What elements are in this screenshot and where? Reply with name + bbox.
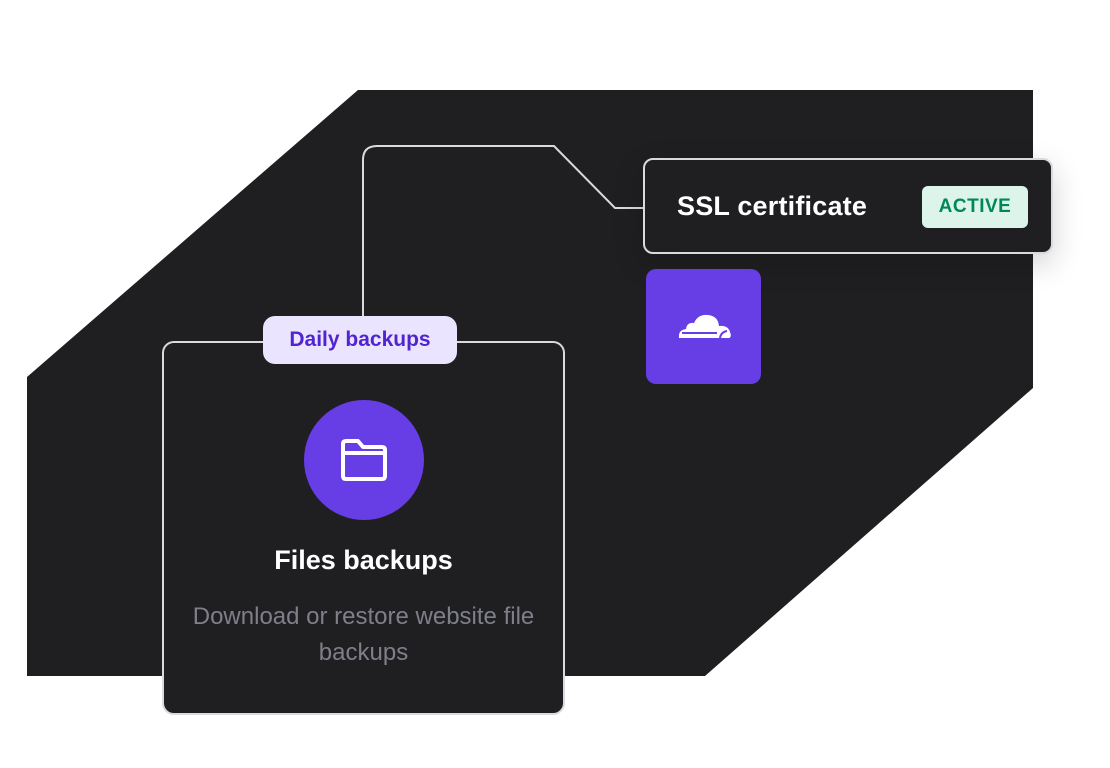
folder-badge bbox=[304, 400, 424, 520]
files-backups-card[interactable]: Files backups Download or restore websit… bbox=[162, 341, 565, 715]
card-description: Download or restore website file backups bbox=[192, 603, 535, 666]
cloudflare-cloud-icon bbox=[678, 314, 731, 338]
ssl-certificate-card: SSL certificate ACTIVE bbox=[643, 158, 1053, 254]
ssl-title: SSL certificate bbox=[677, 191, 868, 221]
daily-backups-tag: Daily backups bbox=[263, 316, 457, 364]
status-badge: ACTIVE bbox=[922, 186, 1028, 228]
card-title: Files backups bbox=[274, 545, 453, 575]
folder-icon bbox=[341, 439, 387, 481]
illustration: SSL certificate ACTIVE Daily backups Fil… bbox=[0, 0, 1110, 768]
cloudflare-tile bbox=[646, 269, 761, 384]
